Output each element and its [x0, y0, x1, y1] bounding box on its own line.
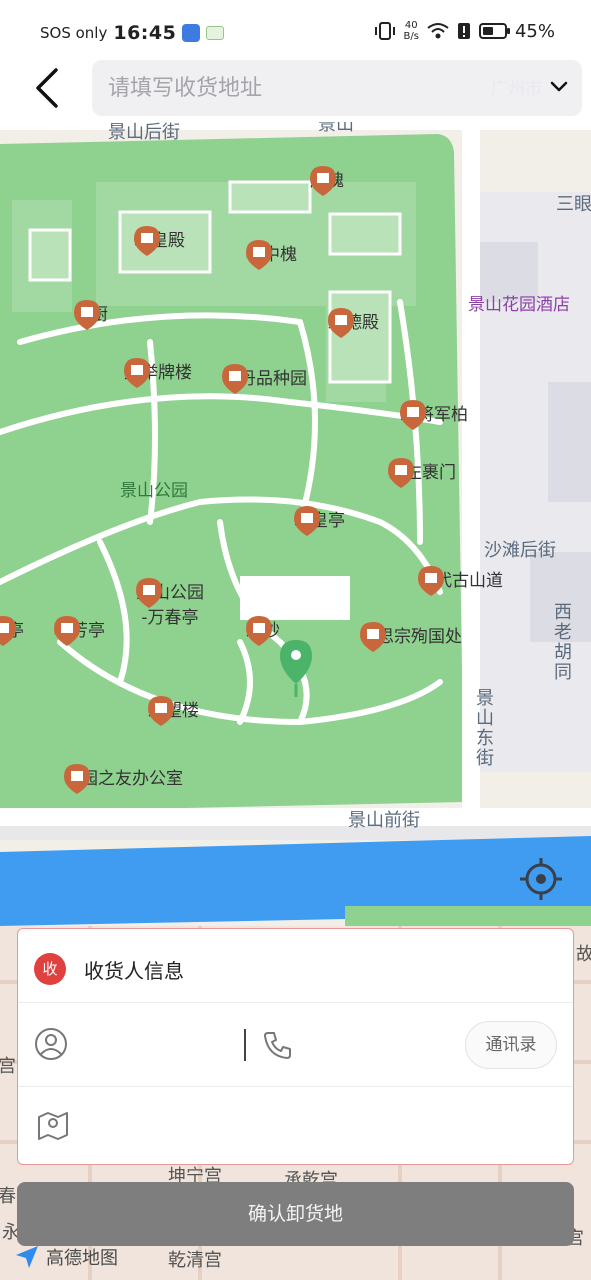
address-detail-input[interactable] [88, 1105, 548, 1145]
battery-percent: 45% [514, 20, 555, 42]
poi-jiuju-pailou[interactable]: 九举牌楼 [124, 358, 192, 388]
chevron-down-icon [550, 81, 568, 91]
poi-shouhuang-ting[interactable]: 寿皇亭 [294, 506, 345, 536]
poi-pin-icon [246, 240, 272, 270]
palace-label-gong: 宫 [0, 1056, 16, 1077]
card-header: 收 收货人信息 [18, 929, 573, 1003]
poi-guanmiao[interactable]: 观妙 [246, 616, 280, 646]
poi-gongyuan-zhiyou[interactable]: 公园之友办公室 [64, 764, 183, 794]
person-icon [35, 1028, 67, 1060]
receive-badge: 收 [34, 953, 66, 985]
carrier-label: SOS only [40, 24, 108, 42]
poi-pin-icon [360, 622, 386, 652]
poi-shen-chu[interactable]: 神厨 [74, 300, 108, 330]
poi-pin-icon [400, 400, 426, 430]
poi-mingdai-gushandao[interactable]: 明代古山道 [418, 566, 503, 596]
clock: 16:45 [113, 22, 177, 44]
locate-button[interactable] [518, 856, 564, 902]
logo-text: 高德地图 [46, 1248, 118, 1269]
card-title: 收货人信息 [84, 959, 184, 983]
poi-pin-icon [136, 578, 162, 608]
poi-pin-icon [124, 358, 150, 388]
palace-label-qianqing: 乾清宫 [168, 1250, 222, 1271]
confirm-unload-button[interactable]: 确认卸货地 [17, 1182, 574, 1246]
poi-mingsizong[interactable]: 明思宗殉国处 [360, 622, 462, 652]
street-label-east: 景山东街 [473, 688, 494, 768]
address-search-input[interactable] [108, 60, 468, 116]
poi-tang-huai[interactable]: 唐槐 [310, 166, 344, 196]
city-label: 广州市 [491, 79, 542, 99]
search-box: 广州市 [92, 60, 582, 116]
poi-pin-icon [0, 616, 16, 646]
street-label-shatan: 沙滩后街 [484, 540, 556, 561]
poi-pin-icon [246, 616, 272, 646]
poi-pin-icon [418, 566, 444, 596]
field-divider [244, 1029, 246, 1061]
vibrate-icon [374, 22, 395, 40]
street-label-front: 景山前街 [348, 810, 420, 831]
back-button[interactable] [28, 64, 68, 112]
consignee-phone-input[interactable] [322, 1025, 472, 1065]
amap-logo: 高德地图 [14, 1244, 118, 1270]
status-bar-right: 40 B/s 45% [374, 20, 555, 42]
poi-wanchun-ting[interactable]: 景山公园 -万春亭 [136, 578, 204, 628]
contact-row: 通讯录 [18, 1003, 573, 1087]
poi-mudan-yuan[interactable]: 牡丹品种园 [222, 364, 307, 394]
palace-label-gu: 故 [576, 944, 591, 965]
consignee-card: 收 收货人信息 通讯录 [17, 928, 574, 1165]
poi-jifang-ting[interactable]: 辑芳亭 [54, 616, 105, 646]
crosshair-icon [520, 858, 562, 900]
street-label-sanyan: 三眼 [556, 194, 591, 215]
top-bar: 广州市 [0, 54, 591, 122]
poi-pin-icon [388, 458, 414, 488]
contacts-button[interactable]: 通讯录 [465, 1021, 557, 1069]
app-notification-icon-2 [206, 26, 225, 40]
app-notification-icon [182, 24, 201, 42]
address-row [18, 1087, 573, 1165]
street-label-xilao: 西老胡同 [551, 602, 572, 682]
poi-pin-icon [328, 308, 354, 338]
poi-pin-icon [134, 226, 160, 256]
battery-icon [478, 23, 510, 39]
poi-lan-ting[interactable]: 览亭 [0, 616, 24, 646]
poi-pin-icon [222, 364, 248, 394]
net-speed: 40 B/s [404, 20, 419, 42]
poi-shanzuo-guomen[interactable]: 山左裹门 [388, 458, 456, 488]
poi-erjiangjun-bai[interactable]: 二将军柏 [400, 400, 468, 430]
consignee-name-input[interactable] [88, 1025, 248, 1065]
street-label-top: 景山后街 [108, 122, 180, 143]
alert-icon [457, 23, 470, 39]
redacted-label [240, 576, 350, 620]
poi-qiwang-lou[interactable]: 绮望楼 [148, 696, 199, 726]
status-bar-left: SOS only 16:45 [40, 22, 225, 44]
poi-pin-icon [294, 506, 320, 536]
poi-pin-icon [148, 696, 174, 726]
poi-guande-dian[interactable]: 观德殿 [328, 308, 379, 338]
net-speed-value: 40 [404, 20, 418, 31]
wifi-icon [427, 23, 449, 39]
navigation-arrow-icon [16, 1246, 38, 1268]
palace-label-chun: 春 [0, 1186, 16, 1207]
poi-pin-icon [54, 616, 80, 646]
poi-pin-icon [310, 166, 336, 196]
map-pin-icon [38, 1112, 68, 1140]
hotel-label: 景山花园酒店 [468, 295, 570, 315]
chevron-left-icon [36, 68, 58, 108]
poi-pin-icon [64, 764, 90, 794]
net-speed-unit: B/s [403, 31, 419, 42]
park-label: 景山公园 [120, 481, 188, 501]
city-selector[interactable]: 广州市 [491, 74, 568, 99]
poi-pin-icon [74, 300, 100, 330]
poi-shouhuang-dian[interactable]: 寿皇殿 [134, 226, 185, 256]
street-label-top-right: 景山 [318, 122, 354, 135]
phone-icon [264, 1032, 291, 1059]
poi-huai-zhong-huai[interactable]: 槐中槐 [246, 240, 297, 270]
